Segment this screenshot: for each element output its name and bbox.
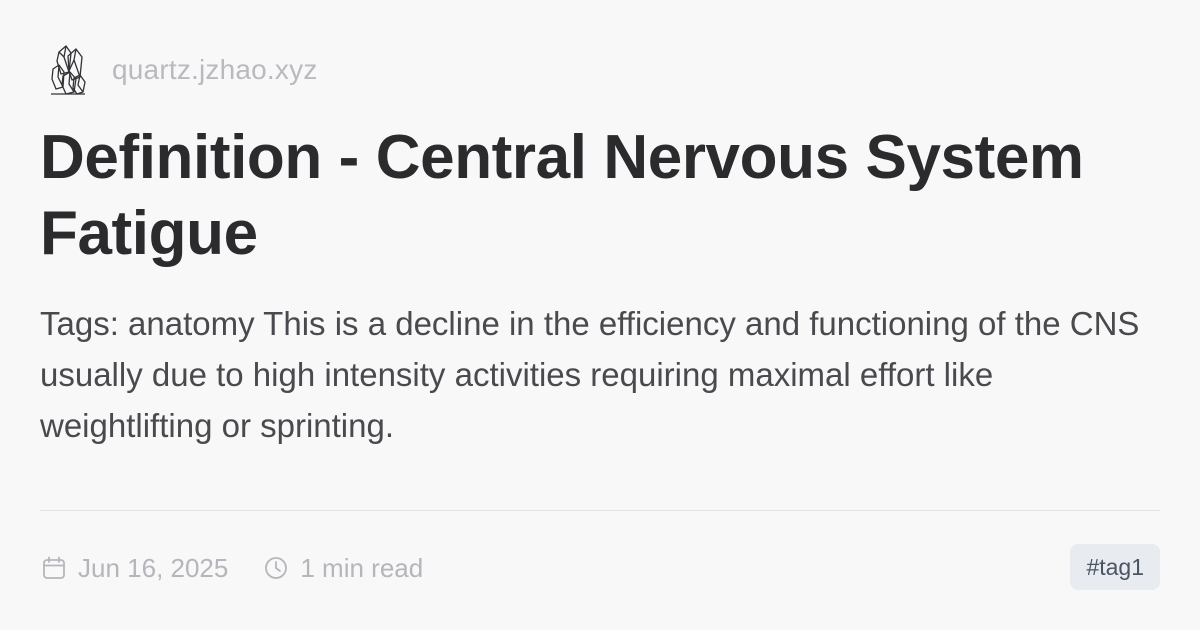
crystal-logo-icon xyxy=(46,43,90,97)
social-preview-card: quartz.jzhao.xyz Definition - Central Ne… xyxy=(0,0,1200,630)
read-time-text: 1 min read xyxy=(300,552,424,583)
article-meta: Jun 16, 2025 1 min read xyxy=(40,548,423,588)
tag-link[interactable]: #tag1 xyxy=(1070,544,1160,590)
article-description: Tags: anatomy This is a decline in the e… xyxy=(40,305,1140,444)
read-time: 1 min read xyxy=(262,553,423,584)
page-title: Definition - Central Nervous System Fati… xyxy=(40,123,1084,268)
publish-date: Jun 16, 2025 xyxy=(40,553,228,584)
clock-icon xyxy=(262,554,290,582)
site-name: quartz.jzhao.xyz xyxy=(112,54,318,85)
divider xyxy=(40,510,1160,511)
site-header: quartz.jzhao.xyz xyxy=(46,42,318,98)
calendar-icon xyxy=(40,554,68,582)
date-text: Jun 16, 2025 xyxy=(78,552,229,583)
